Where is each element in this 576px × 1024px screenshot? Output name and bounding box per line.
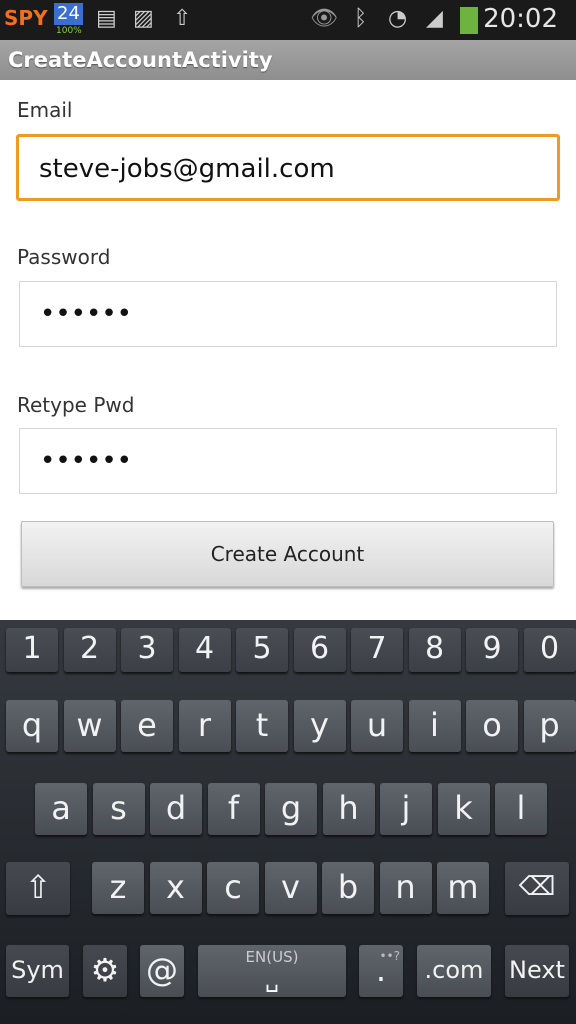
retype-password-field[interactable]: •••••• [19,428,557,494]
key-n[interactable]: n [379,862,432,914]
eye-icon: 👁 [310,6,338,31]
shift-key[interactable]: ⇧ [6,862,70,915]
upload-icon: ⇧ [173,6,192,31]
battery-icon [460,7,478,34]
key-e[interactable]: e [121,700,173,752]
clock: 20:02 [483,4,558,34]
key-o[interactable]: o [466,700,518,752]
key-u[interactable]: u [351,700,403,752]
key-a[interactable]: a [35,783,87,835]
create-account-button[interactable]: Create Account [21,521,554,587]
key-s[interactable]: s [92,783,145,835]
backspace-key[interactable]: ⌫ [505,862,569,915]
gallery-icon: ▨ [133,6,154,31]
key-f[interactable]: f [207,783,260,835]
key-y[interactable]: y [293,700,346,752]
key-9[interactable]: 9 [466,628,518,672]
space-icon: ␣ [265,968,279,993]
period-key[interactable]: . ••? [359,945,403,997]
key-g[interactable]: g [265,783,317,835]
spy24-logo-icon: SPY [4,6,48,30]
key-v[interactable]: v [264,862,317,914]
settings-key[interactable]: ⚙ [83,945,127,997]
app-badge: 24 [54,3,83,25]
key-r[interactable]: r [178,700,231,752]
key-6[interactable]: 6 [293,628,346,672]
key-l[interactable]: l [495,783,547,835]
app-title: CreateAccountActivity [0,40,576,80]
password-field[interactable]: •••••• [19,281,557,347]
key-x[interactable]: x [149,862,202,914]
key-0[interactable]: 0 [523,628,576,672]
key-i[interactable]: i [408,700,461,752]
key-j[interactable]: j [380,783,432,835]
battery-level-label: 100% [56,26,82,36]
key-1[interactable]: 1 [6,628,58,672]
key-c[interactable]: c [207,862,259,914]
email-field[interactable]: steve-jobs@gmail.com [16,134,560,201]
sym-key[interactable]: Sym [6,945,69,997]
key-q[interactable]: q [6,700,58,752]
key-h[interactable]: h [322,783,375,835]
key-m[interactable]: m [437,862,489,914]
wifi-icon: ◔ [388,6,408,31]
key-d[interactable]: d [150,783,202,835]
key-z[interactable]: z [92,862,144,914]
sim-icon: ▤ [96,6,117,31]
status-bar: SPY 24 100% ▤ ▨ ⇧ 👁 ᛒ ◔ ◢ 20:02 [0,0,576,40]
next-key[interactable]: Next [505,945,569,997]
key-p[interactable]: p [523,700,576,752]
key-k[interactable]: k [437,783,490,835]
at-key[interactable]: @ [140,945,184,997]
key-t[interactable]: t [236,700,288,752]
email-label: Email [17,98,73,122]
signal-icon: ◢ [426,6,443,31]
key-b[interactable]: b [322,862,374,914]
key-5[interactable]: 5 [236,628,288,672]
key-7[interactable]: 7 [351,628,403,672]
key-8[interactable]: 8 [408,628,461,672]
retype-password-label: Retype Pwd [17,393,135,417]
key-2[interactable]: 2 [63,628,116,672]
key-3[interactable]: 3 [121,628,173,672]
language-label: EN(US) [245,948,299,966]
keyboard: ⇧ ⌫ Sym ⚙ @ EN(US) ␣ . ••? .com Next 12345… [0,620,576,1024]
password-label: Password [17,245,111,269]
key-4[interactable]: 4 [178,628,231,672]
gear-icon: ⚙ [90,951,120,989]
bluetooth-icon: ᛒ [354,6,368,31]
dotcom-key[interactable]: .com [417,945,491,997]
key-w[interactable]: w [63,700,116,752]
space-key[interactable]: EN(US) ␣ [198,945,346,997]
period-hint: ••? [379,949,400,963]
